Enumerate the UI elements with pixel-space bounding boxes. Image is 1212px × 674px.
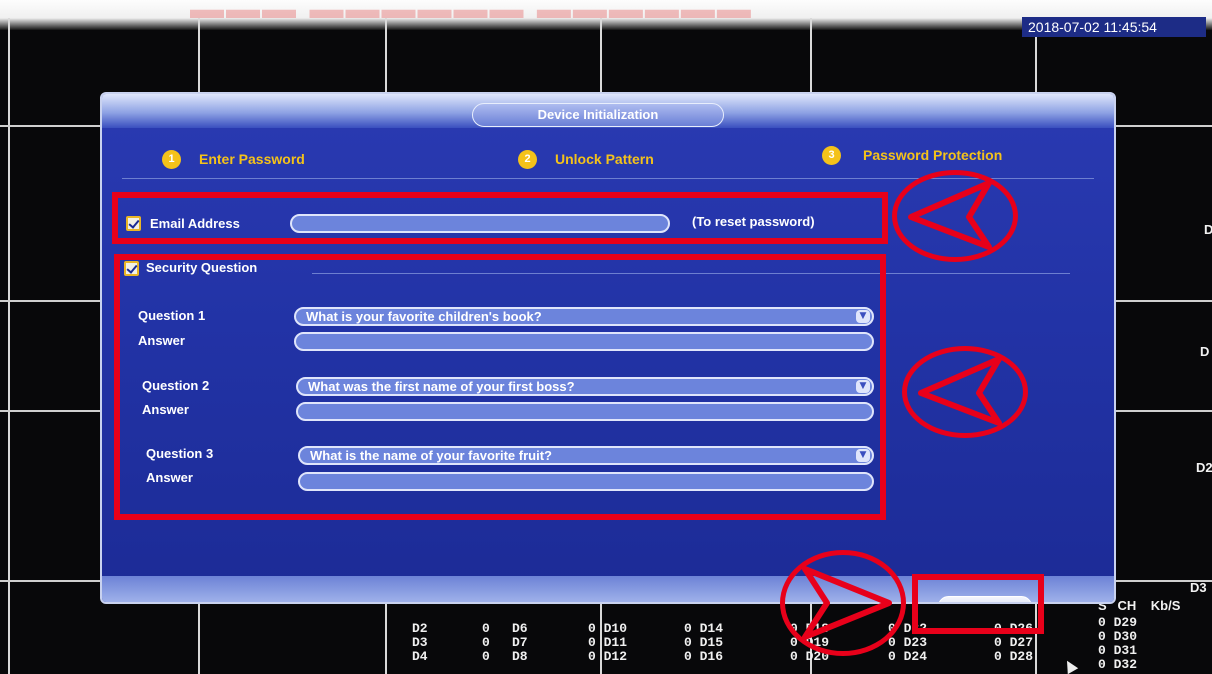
channel-cell: D4 [412,649,428,664]
channel-label: D2 [1196,460,1212,475]
mouse-cursor-icon [1061,657,1079,674]
channel-cell: D7 [512,635,528,650]
channel-column: 0 D10 0 D11 0 D12 [588,622,627,664]
channel-column: 0 0 0 [482,622,490,664]
step-label: Unlock Pattern [555,151,654,167]
step-number-badge: 1 [162,149,181,169]
channel-cell: D2 [412,621,428,636]
channel-cell: 0 D11 [588,635,628,650]
email-highlight-box [112,192,888,244]
step-enter-password: 1 Enter Password [162,148,305,170]
channel-cell: 0 [482,635,490,650]
channel-label: D [1204,222,1212,237]
channel-column: D6 D7 D8 [512,622,528,664]
channel-cell: 0 D31 [1098,643,1138,658]
channel-cell: 0 D27 [994,635,1034,650]
channel-column: 0 D29 0 D30 0 D31 0 D32 [1098,616,1137,672]
channel-cell: 0 D10 [588,621,628,636]
channel-cell: 0 D30 [1098,629,1138,644]
channel-header-ch: CH [1117,598,1137,613]
arrow-right-icon [780,550,906,656]
datetime-display: 2018-07-02 11:45:54 [1022,17,1206,37]
channel-cell: 0 [482,621,490,636]
channel-cell: 0 D15 [684,635,724,650]
arrow-left-icon [892,170,1018,262]
channel-cell: 0 D32 [1098,657,1138,672]
channel-cell: 0 D14 [684,621,724,636]
step-password-protection: 3 Password Protection [822,144,1002,166]
step-number-badge: 2 [518,149,537,169]
dialog-title: Device Initialization [472,103,724,127]
grid-line [8,18,10,674]
step-label: Password Protection [863,147,1003,163]
channel-column: 0 D14 0 D15 0 D16 [684,622,723,664]
channel-cell: 0 [482,649,490,664]
channel-label: D3 [1190,580,1207,595]
channel-cell: D3 [412,635,428,650]
channel-cell: D8 [512,649,528,664]
step-number-badge: 3 [822,145,841,165]
channel-column: D2 D3 D4 [412,622,428,664]
channel-cell: 0 D28 [994,649,1034,664]
channel-cell: D6 [512,621,528,636]
watermark: ▬▬▬ ▬▬▬▬▬▬ ▬▬▬▬▬▬ [190,0,950,18]
step-unlock-pattern: 2 Unlock Pattern [518,148,654,170]
channel-cell: 0 D12 [588,649,628,664]
channel-cell: 0 D24 [888,649,928,664]
arrow-left-icon [902,346,1028,438]
channel-cell: 0 D29 [1098,615,1138,630]
step-label: Enter Password [199,151,305,167]
ok-highlight-box [912,574,1044,634]
channel-label: D [1200,344,1210,359]
security-question-highlight-box [114,254,886,520]
channel-header-kbs: Kb/S [1150,598,1181,613]
channel-cell: 0 D16 [684,649,724,664]
